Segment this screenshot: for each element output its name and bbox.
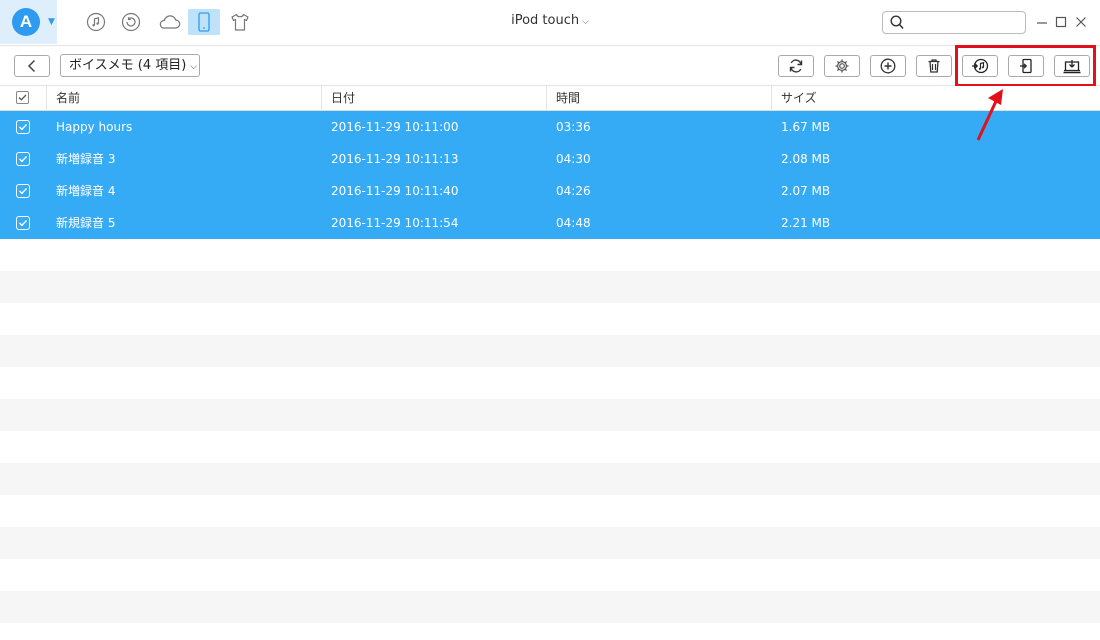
checkmark-icon — [19, 124, 28, 131]
minimize-icon — [1037, 22, 1047, 24]
highlight-box — [955, 45, 1096, 87]
empty-row — [0, 591, 1100, 623]
device-icon[interactable] — [188, 9, 220, 35]
maximize-button[interactable] — [1053, 14, 1069, 30]
add-icon — [880, 58, 896, 74]
row-checkbox[interactable] — [16, 152, 30, 166]
cell-name: 新増録音 3 — [56, 152, 116, 166]
empty-row — [0, 431, 1100, 463]
cloud-icon[interactable] — [156, 11, 182, 33]
chevron-down-icon: ▼ — [48, 17, 55, 27]
maximize-icon — [1055, 16, 1067, 28]
column-header-time[interactable]: 時間 — [546, 86, 770, 111]
cell-date: 2016-11-29 10:11:13 — [331, 152, 459, 166]
empty-row — [0, 495, 1100, 527]
cell-size: 2.21 MB — [781, 216, 831, 230]
trash-icon — [928, 59, 940, 73]
cell-time: 04:26 — [556, 184, 591, 198]
app-menu[interactable]: A ▼ — [0, 0, 57, 44]
device-selector[interactable]: iPod touch ⌵ — [480, 13, 620, 28]
delete-button[interactable] — [916, 55, 952, 77]
row-checkbox[interactable] — [16, 120, 30, 134]
close-icon — [1076, 17, 1086, 27]
minimize-button[interactable] — [1034, 14, 1050, 30]
app-logo-icon: A — [12, 8, 40, 36]
history-icon[interactable] — [120, 11, 142, 33]
empty-row — [0, 623, 1100, 640]
cell-time: 04:30 — [556, 152, 591, 166]
cell-time: 04:48 — [556, 216, 591, 230]
chevron-down-icon: ⌵ — [582, 17, 589, 27]
empty-row — [0, 463, 1100, 495]
category-label: ボイスメモ (4 項目) — [69, 58, 187, 73]
cell-date: 2016-11-29 10:11:54 — [331, 216, 459, 230]
device-title: iPod touch — [511, 13, 580, 28]
cell-size: 2.08 MB — [781, 152, 831, 166]
cell-date: 2016-11-29 10:11:40 — [331, 184, 459, 198]
select-all-checkbox[interactable] — [16, 91, 29, 104]
cell-size: 1.67 MB — [781, 120, 831, 134]
table-row[interactable]: 新規録音 5 2016-11-29 10:11:54 04:48 2.21 MB — [0, 207, 1100, 239]
annotation-arrow-icon — [976, 89, 1003, 141]
refresh-icon — [789, 59, 803, 73]
empty-row — [0, 559, 1100, 591]
table-row[interactable]: Happy hours 2016-11-29 10:11:00 03:36 1.… — [0, 111, 1100, 143]
empty-row — [0, 239, 1100, 271]
search-input[interactable] — [909, 14, 1021, 31]
table-header: 名前 日付 時間 サイズ — [0, 86, 1100, 111]
add-button[interactable] — [870, 55, 906, 77]
cell-size: 2.07 MB — [781, 184, 831, 198]
music-icon[interactable] — [85, 11, 107, 33]
close-button[interactable] — [1073, 14, 1089, 30]
cell-time: 03:36 — [556, 120, 591, 134]
gear-icon — [835, 59, 849, 73]
cell-date: 2016-11-29 10:11:00 — [331, 120, 459, 134]
table-row[interactable]: 新増録音 3 2016-11-29 10:11:13 04:30 2.08 MB — [0, 143, 1100, 175]
empty-row — [0, 367, 1100, 399]
row-checkbox[interactable] — [16, 216, 30, 230]
column-header-size[interactable]: サイズ — [771, 86, 1100, 111]
cell-name: Happy hours — [56, 120, 133, 134]
column-header-name[interactable]: 名前 — [46, 86, 320, 111]
empty-row — [0, 335, 1100, 367]
category-dropdown[interactable]: ボイスメモ (4 項目) ⌵ — [60, 54, 200, 77]
cell-name: 新規録音 5 — [56, 216, 116, 230]
chevron-left-icon — [27, 59, 36, 73]
title-bar: A ▼ iPod touch ⌵ — [0, 0, 1100, 46]
search-box[interactable] — [882, 11, 1026, 34]
checkmark-icon — [19, 188, 28, 195]
back-button[interactable] — [14, 55, 50, 77]
row-checkbox[interactable] — [16, 184, 30, 198]
table-row[interactable]: 新増録音 4 2016-11-29 10:11:40 04:26 2.07 MB — [0, 175, 1100, 207]
empty-row — [0, 303, 1100, 335]
settings-button[interactable] — [824, 55, 860, 77]
empty-row — [0, 399, 1100, 431]
toolbar: ボイスメモ (4 項目) ⌵ — [0, 46, 1100, 86]
checkmark-icon — [18, 94, 27, 101]
checkmark-icon — [19, 220, 28, 227]
cell-name: 新増録音 4 — [56, 184, 116, 198]
checkmark-icon — [19, 156, 28, 163]
empty-row — [0, 527, 1100, 559]
empty-row — [0, 271, 1100, 303]
column-header-date[interactable]: 日付 — [321, 86, 545, 111]
tshirt-icon[interactable] — [229, 11, 251, 33]
refresh-button[interactable] — [778, 55, 814, 77]
chevron-down-icon: ⌵ — [190, 62, 198, 72]
search-icon — [890, 15, 904, 30]
